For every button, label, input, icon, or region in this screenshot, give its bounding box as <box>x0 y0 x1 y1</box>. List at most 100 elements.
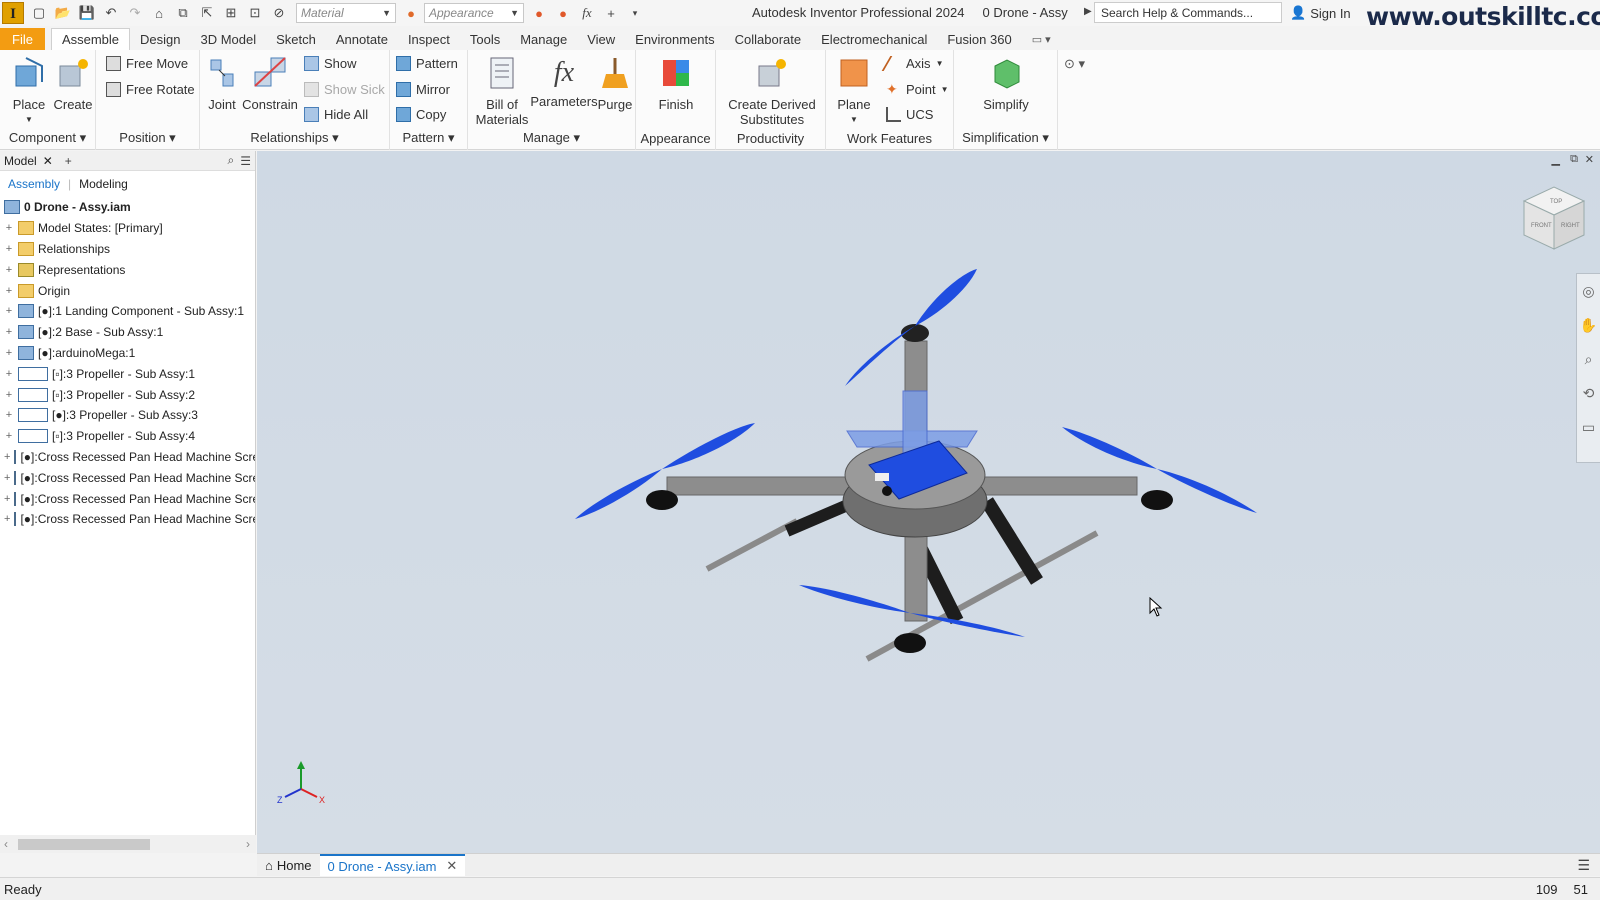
propeller-left-blade-b[interactable] <box>575 469 662 519</box>
scroll-left-icon[interactable]: ‹ <box>4 837 8 851</box>
expand-icon[interactable]: + <box>4 326 14 338</box>
tab-fusion-360[interactable]: Fusion 360 <box>937 28 1021 50</box>
browser-horizontal-scrollbar[interactable]: ‹ › <box>0 835 256 853</box>
parameters-button[interactable]: fx Parameters <box>530 56 598 109</box>
update-icon[interactable]: ⧉ <box>174 4 192 22</box>
browser-tab-model[interactable]: Model <box>4 154 37 168</box>
ucs-button[interactable]: UCS <box>886 107 933 122</box>
expand-icon[interactable]: + <box>4 305 14 317</box>
appearance-override-icon[interactable]: ⊘ <box>270 4 288 22</box>
tab-annotate[interactable]: Annotate <box>326 28 398 50</box>
expand-icon[interactable]: + <box>4 430 14 442</box>
ribbon-display-toggle-icon[interactable]: ▭ ▾ <box>1022 28 1061 50</box>
sign-in-button[interactable]: 👤 Sign In <box>1290 5 1351 21</box>
tab-collaborate[interactable]: Collaborate <box>725 28 812 50</box>
measure-icon[interactable]: ⊞ <box>222 4 240 22</box>
panel-label-position[interactable]: Position ▾ <box>96 130 199 146</box>
landing-skid-left[interactable] <box>705 518 799 572</box>
propeller-front-blade-a[interactable] <box>799 585 910 613</box>
free-rotate-button[interactable]: Free Rotate <box>106 82 195 97</box>
tree-item-screw-3[interactable]: + [●]:Cross Recessed Pan Head Machine Scr… <box>0 488 255 509</box>
tree-item-model-states[interactable]: + Model States: [Primary] <box>0 218 255 239</box>
expand-icon[interactable]: + <box>4 285 14 297</box>
motor-front[interactable] <box>894 633 926 653</box>
expand-icon[interactable]: + <box>4 493 10 505</box>
tab-manage[interactable]: Manage <box>510 28 577 50</box>
home-tab[interactable]: ⌂ Home <box>257 854 320 876</box>
appearance-dropdown[interactable]: Appearance ▼ <box>424 3 524 23</box>
expand-icon[interactable]: + <box>4 451 10 463</box>
zoom-icon[interactable]: ⌕ <box>1577 342 1600 376</box>
pattern-button[interactable]: Pattern <box>396 56 458 71</box>
hide-all-button[interactable]: Hide All <box>304 107 368 122</box>
pan-icon[interactable]: ✋ <box>1577 308 1600 342</box>
tree-item-propeller-4[interactable]: + [▫]:3 Propeller - Sub Assy:4 <box>0 426 255 447</box>
tree-item-landing-component[interactable]: + [●]:1 Landing Component - Sub Assy:1 <box>0 301 255 322</box>
arduino-connector[interactable] <box>875 473 889 481</box>
customize-icon[interactable]: ▾ <box>626 4 644 22</box>
arduino-jack[interactable] <box>882 486 892 496</box>
point-button[interactable]: ✦ Point ▼ <box>886 82 949 98</box>
tab-view[interactable]: View <box>577 28 625 50</box>
search-icon[interactable]: ⌕ <box>228 153 235 168</box>
material-dropdown[interactable]: Material ▼ <box>296 3 396 23</box>
joint-button[interactable]: Joint <box>204 56 240 112</box>
minimize-icon[interactable]: ▁ <box>1552 153 1560 166</box>
menu-icon[interactable]: ☰ <box>240 154 251 168</box>
panel-label-manage[interactable]: Manage ▾ <box>468 130 635 146</box>
propeller-left-blade-a[interactable] <box>662 423 755 469</box>
tree-root[interactable]: 0 Drone - Assy.iam <box>0 197 255 218</box>
mirror-button[interactable]: Mirror <box>396 82 450 97</box>
tab-tools[interactable]: Tools <box>460 28 510 50</box>
tab-sketch[interactable]: Sketch <box>266 28 326 50</box>
parameters-fx-icon[interactable]: fx <box>578 4 596 22</box>
close-icon[interactable]: ✕ <box>446 858 457 874</box>
add-icon[interactable]: + <box>602 4 620 22</box>
copy-button[interactable]: Copy <box>396 107 446 122</box>
scrollbar-thumb[interactable] <box>18 839 150 850</box>
add-browser-icon[interactable]: + <box>65 154 72 168</box>
tab-electromechanical[interactable]: Electromechanical <box>811 28 937 50</box>
expand-icon[interactable]: + <box>4 222 14 234</box>
scroll-right-icon[interactable]: › <box>246 837 250 851</box>
place-button[interactable]: Place ▼ <box>8 56 50 127</box>
tab-inspect[interactable]: Inspect <box>398 28 460 50</box>
document-tabs-menu-icon[interactable]: ☰ <box>1577 857 1590 874</box>
tree-item-screw-2[interactable]: + [●]:Cross Recessed Pan Head Machine Scr… <box>0 467 255 488</box>
expand-icon[interactable]: + <box>4 264 14 276</box>
constrain-button[interactable]: Constrain <box>242 56 298 112</box>
viewcube[interactable]: TOP FRONT RIGHT <box>1519 183 1589 257</box>
tab-design[interactable]: Design <box>130 28 190 50</box>
axis-button[interactable]: Axis ▼ <box>881 56 943 71</box>
expand-icon[interactable]: + <box>4 368 14 380</box>
home-icon[interactable]: ⌂ <box>150 4 168 22</box>
motor-left[interactable] <box>646 490 678 510</box>
close-viewport-icon[interactable]: ✕ <box>1585 153 1594 166</box>
expand-icon[interactable]: + <box>4 513 10 525</box>
tree-item-origin[interactable]: + Origin <box>0 280 255 301</box>
tree-item-propeller-1[interactable]: + [▫]:3 Propeller - Sub Assy:1 <box>0 363 255 384</box>
tree-item-representations[interactable]: + Representations <box>0 259 255 280</box>
free-move-button[interactable]: Free Move <box>106 56 188 71</box>
bill-of-materials-button[interactable]: Bill of Materials <box>474 56 530 127</box>
redo-icon[interactable]: ↷ <box>126 4 144 22</box>
steering-wheel-icon[interactable]: ◎ <box>1577 274 1600 308</box>
tab-modeling[interactable]: Modeling <box>79 177 128 191</box>
tab-3d-model[interactable]: 3D Model <box>191 28 267 50</box>
tab-assembly[interactable]: Assembly <box>8 177 60 191</box>
new-file-icon[interactable]: ▢ <box>30 4 48 22</box>
tab-assemble[interactable]: Assemble <box>50 28 131 50</box>
close-icon[interactable]: ✕ <box>43 154 53 168</box>
inventor-logo-icon[interactable]: I <box>2 2 24 24</box>
propeller-right-blade-a[interactable] <box>1062 427 1157 469</box>
center-body[interactable] <box>842 390 988 538</box>
show-button[interactable]: Show <box>304 56 357 71</box>
document-tab-drone-assy[interactable]: 0 Drone - Assy.iam ✕ <box>319 854 466 876</box>
look-at-icon[interactable]: ▭ <box>1577 410 1600 444</box>
show-sick-button[interactable]: Show Sick <box>304 82 385 97</box>
expand-icon[interactable]: + <box>4 389 14 401</box>
create-component-button[interactable]: Create <box>52 56 94 112</box>
simplify-button[interactable]: Simplify <box>980 56 1032 112</box>
save-icon[interactable]: 💾 <box>78 4 96 22</box>
landing-strut-right[interactable] <box>981 497 1043 585</box>
